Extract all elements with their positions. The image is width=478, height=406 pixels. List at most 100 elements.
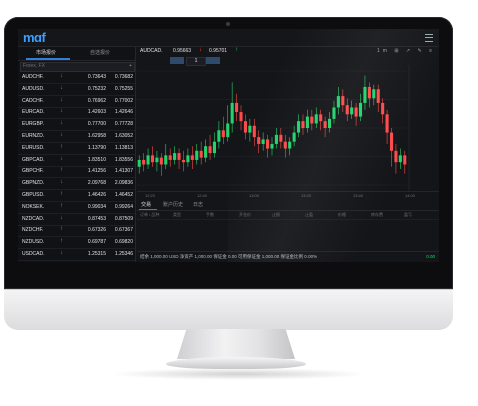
candle-body bbox=[367, 86, 371, 99]
quote-row[interactable]: EURCAD. ↓ 1.42603 1.42646 bbox=[18, 107, 135, 120]
trading-app-screen: mɑf 市场报价 自选报价 Forex, FX + AUDCHF. ↓ 0.7364… bbox=[18, 29, 439, 262]
orders-table-header: 订单 / 品种 类型 手数 开仓价 止损 止盈 价格 库存费 盈亏 bbox=[137, 211, 439, 220]
monitor-stand-neck bbox=[177, 329, 295, 359]
quote-symbol: AUDCHF. bbox=[22, 74, 44, 80]
bottom-tabs: 交易 账户历史 日志 bbox=[137, 200, 439, 211]
candle-body bbox=[190, 155, 194, 160]
orders-column-header[interactable]: 盈亏 bbox=[404, 212, 412, 218]
account-summary: 结余 1,000.00 USD 净资产 1,000.00 保证金 0.00 可用… bbox=[140, 254, 318, 259]
candle-body bbox=[208, 146, 212, 154]
menu-icon[interactable] bbox=[425, 34, 433, 42]
quote-ask: 1.83556 bbox=[114, 156, 133, 163]
tab-trade[interactable]: 交易 bbox=[141, 201, 151, 208]
candle-body bbox=[274, 134, 278, 144]
quote-symbol: GBPUSD. bbox=[22, 192, 45, 198]
quote-row[interactable]: GBPCAD. ↓ 1.83510 1.83556 bbox=[18, 155, 135, 167]
arrow-down-icon: ↓ bbox=[60, 132, 63, 138]
quote-ask: 0.77002 bbox=[114, 97, 133, 104]
buy-button[interactable] bbox=[206, 57, 220, 64]
candle-body bbox=[345, 105, 349, 115]
candle-body bbox=[217, 130, 221, 142]
quote-ask: 1.63052 bbox=[114, 133, 133, 139]
sell-button[interactable] bbox=[170, 57, 184, 64]
quote-ask: 1.41307 bbox=[114, 168, 133, 175]
chart-ask-price[interactable]: 0.95701 bbox=[209, 48, 227, 54]
quote-row[interactable]: EURUSD. ↑ 1.13790 1.13813 bbox=[18, 143, 135, 155]
tab-journal[interactable]: 日志 bbox=[193, 201, 203, 208]
candle-body bbox=[292, 132, 296, 142]
orders-column-header[interactable]: 类型 bbox=[173, 212, 181, 218]
add-symbol-button[interactable]: + bbox=[129, 63, 132, 69]
monitor-chin bbox=[4, 289, 453, 330]
quote-symbol: EURGBP. bbox=[22, 121, 44, 128]
quotes-tabs: 市场报价 自选报价 bbox=[18, 47, 135, 61]
quote-row[interactable]: GBPNZD. ↓ 2.09768 2.09836 bbox=[18, 178, 135, 191]
quote-symbol: GBPCAD. bbox=[22, 156, 45, 163]
quote-row[interactable]: CADCHF. ↓ 0.76962 0.77002 bbox=[18, 96, 135, 108]
quote-row[interactable]: EURGBP. ↓ 0.77700 0.77728 bbox=[18, 119, 135, 132]
quote-row[interactable]: GBPCHF. ↑ 1.41256 1.41307 bbox=[18, 166, 135, 179]
candle-body bbox=[142, 159, 146, 165]
quote-symbol: GBPCHF. bbox=[22, 168, 44, 175]
quote-bid: 1.13790 bbox=[87, 144, 106, 151]
quote-row[interactable]: NOKSEK. ↑ 0.99034 0.99264 bbox=[18, 202, 135, 214]
candle-body bbox=[381, 102, 385, 115]
candle-body bbox=[332, 107, 336, 119]
quote-bid: 1.25315 bbox=[87, 251, 106, 257]
quote-row[interactable]: AUDUSD. ↓ 0.75232 0.75255 bbox=[18, 84, 135, 96]
candle-body bbox=[155, 157, 159, 163]
tab-watchlist[interactable]: 自选报价 bbox=[90, 49, 110, 56]
orders-column-header[interactable]: 手数 bbox=[206, 212, 214, 218]
candle-body bbox=[319, 114, 323, 122]
quote-symbol: EURUSD. bbox=[22, 144, 45, 151]
x-tick-label: 13:40 bbox=[353, 193, 364, 198]
candle-body bbox=[221, 130, 225, 138]
ask-up-arrow-icon: ↑ bbox=[235, 47, 238, 53]
quote-bid: 0.67326 bbox=[87, 227, 106, 234]
candle-body bbox=[186, 155, 190, 163]
x-tick-label: 13:20 bbox=[301, 193, 312, 198]
chart-symbol[interactable]: AUDCAD. bbox=[140, 48, 163, 54]
orders-column-header[interactable]: 开仓价 bbox=[239, 212, 251, 218]
symbol-search-input[interactable]: Forex, FX + bbox=[20, 62, 135, 72]
arrow-down-icon: ↓ bbox=[60, 179, 63, 186]
account-status-bar: 结余 1,000.00 USD 净资产 1,000.00 保证金 0.00 可用… bbox=[137, 251, 439, 262]
quote-bid: 0.73643 bbox=[87, 74, 106, 80]
quote-bid: 0.69787 bbox=[87, 239, 106, 246]
candle-body bbox=[297, 121, 301, 133]
tab-account-history[interactable]: 账户历史 bbox=[163, 201, 183, 208]
quote-row[interactable]: GBPUSD. ↑ 1.46426 1.46452 bbox=[18, 190, 135, 202]
price-chart[interactable] bbox=[137, 65, 439, 191]
x-tick-label: 12:40 bbox=[197, 193, 208, 198]
chart-bid-price[interactable]: 0.95663 bbox=[173, 48, 191, 54]
orders-column-header[interactable]: 止盈 bbox=[305, 212, 313, 218]
chart-toolbar[interactable]: 1m ⊞ ↗ ✎ ≡ bbox=[377, 48, 435, 54]
app-logo: mɑf bbox=[23, 30, 46, 45]
candle-body bbox=[363, 86, 367, 103]
quote-ask: 0.67367 bbox=[114, 227, 133, 234]
arrow-down-icon: ↓ bbox=[60, 84, 63, 91]
tab-market-quotes[interactable]: 市场报价 bbox=[36, 49, 56, 56]
orders-column-header[interactable]: 订单 / 品种 bbox=[140, 212, 159, 218]
candle-body bbox=[181, 159, 186, 163]
quote-bid: 2.09768 bbox=[87, 180, 106, 187]
orders-column-header[interactable]: 库存费 bbox=[371, 212, 383, 218]
search-placeholder: Forex, FX bbox=[23, 63, 45, 69]
arrow-down-icon: ↓ bbox=[60, 96, 63, 103]
orders-column-header[interactable]: 价格 bbox=[338, 212, 346, 218]
quote-row[interactable]: NZDUSD. ↑ 0.69787 0.69820 bbox=[18, 237, 135, 250]
candle-body bbox=[376, 89, 380, 103]
quote-bid: 1.46426 bbox=[87, 192, 106, 198]
quote-bid: 1.42603 bbox=[87, 109, 106, 116]
quote-ask: 0.75255 bbox=[114, 85, 133, 92]
quote-symbol: EURNZD. bbox=[22, 133, 45, 139]
quote-row[interactable]: AUDCHF. ↓ 0.73643 0.73682 bbox=[18, 72, 135, 84]
candle-body bbox=[266, 139, 270, 149]
quote-row[interactable]: EURNZD. ↓ 1.62958 1.63052 bbox=[18, 131, 135, 143]
quote-row[interactable]: NZDCHF. ↑ 0.67326 0.67367 bbox=[18, 225, 135, 238]
quote-row[interactable]: NZDCAD. ↓ 0.87453 0.87509 bbox=[18, 214, 135, 226]
app-top-bar: mɑf bbox=[18, 29, 439, 47]
orders-column-header[interactable]: 止损 bbox=[272, 212, 280, 218]
quote-row[interactable]: USDCAD. ↓ 1.25315 1.25346 bbox=[18, 249, 135, 261]
candle-body bbox=[314, 114, 318, 124]
